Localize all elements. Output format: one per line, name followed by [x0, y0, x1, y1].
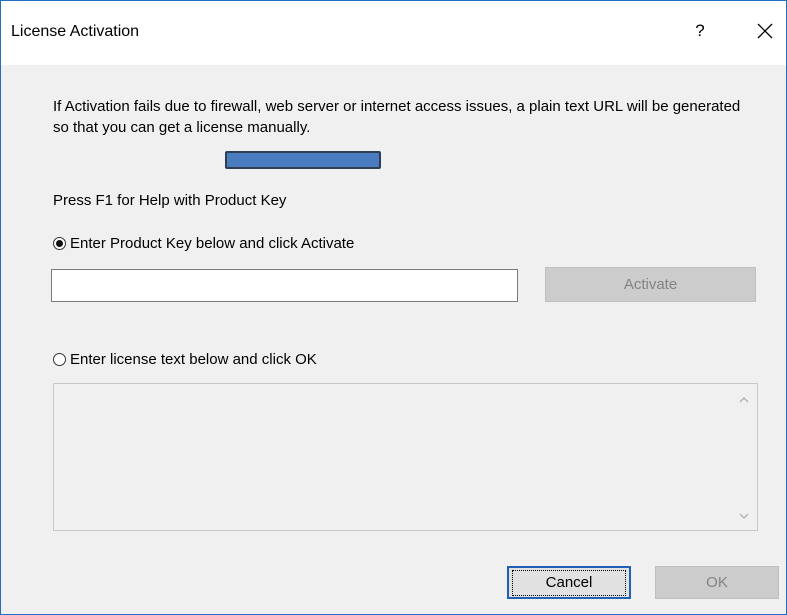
- product-key-option-label: Enter Product Key below and click Activa…: [70, 235, 355, 252]
- product-key-input[interactable]: [51, 269, 518, 302]
- window-title: License Activation: [11, 23, 140, 40]
- fallback-message: If Activation fails due to firewall, web…: [53, 98, 741, 136]
- title-bar: License Activation ?: [1, 1, 786, 65]
- f1-help-text: Press F1 for Help with Product Key: [53, 192, 287, 209]
- license-text-option-label: Enter license text below and click OK: [70, 351, 317, 368]
- scroll-up-icon[interactable]: [738, 394, 750, 406]
- close-button[interactable]: [753, 19, 777, 43]
- license-text-option[interactable]: Enter license text below and click OK: [53, 351, 317, 368]
- activate-button[interactable]: Activate: [545, 267, 756, 302]
- product-key-option[interactable]: Enter Product Key below and click Activa…: [53, 235, 354, 252]
- vertical-scrollbar[interactable]: [731, 384, 757, 530]
- license-text-radio[interactable]: [53, 353, 66, 366]
- license-text-area[interactable]: [53, 383, 758, 531]
- close-icon: [757, 23, 773, 39]
- product-key-radio[interactable]: [53, 237, 66, 250]
- cancel-button[interactable]: Cancel: [507, 566, 631, 599]
- license-activation-dialog: License Activation ? If Activation fails…: [0, 0, 787, 615]
- help-button[interactable]: ?: [689, 18, 711, 44]
- ok-button[interactable]: OK: [655, 566, 779, 599]
- redacted-block: [225, 151, 381, 169]
- scroll-down-icon[interactable]: [738, 510, 750, 522]
- cancel-button-label: Cancel: [511, 570, 627, 596]
